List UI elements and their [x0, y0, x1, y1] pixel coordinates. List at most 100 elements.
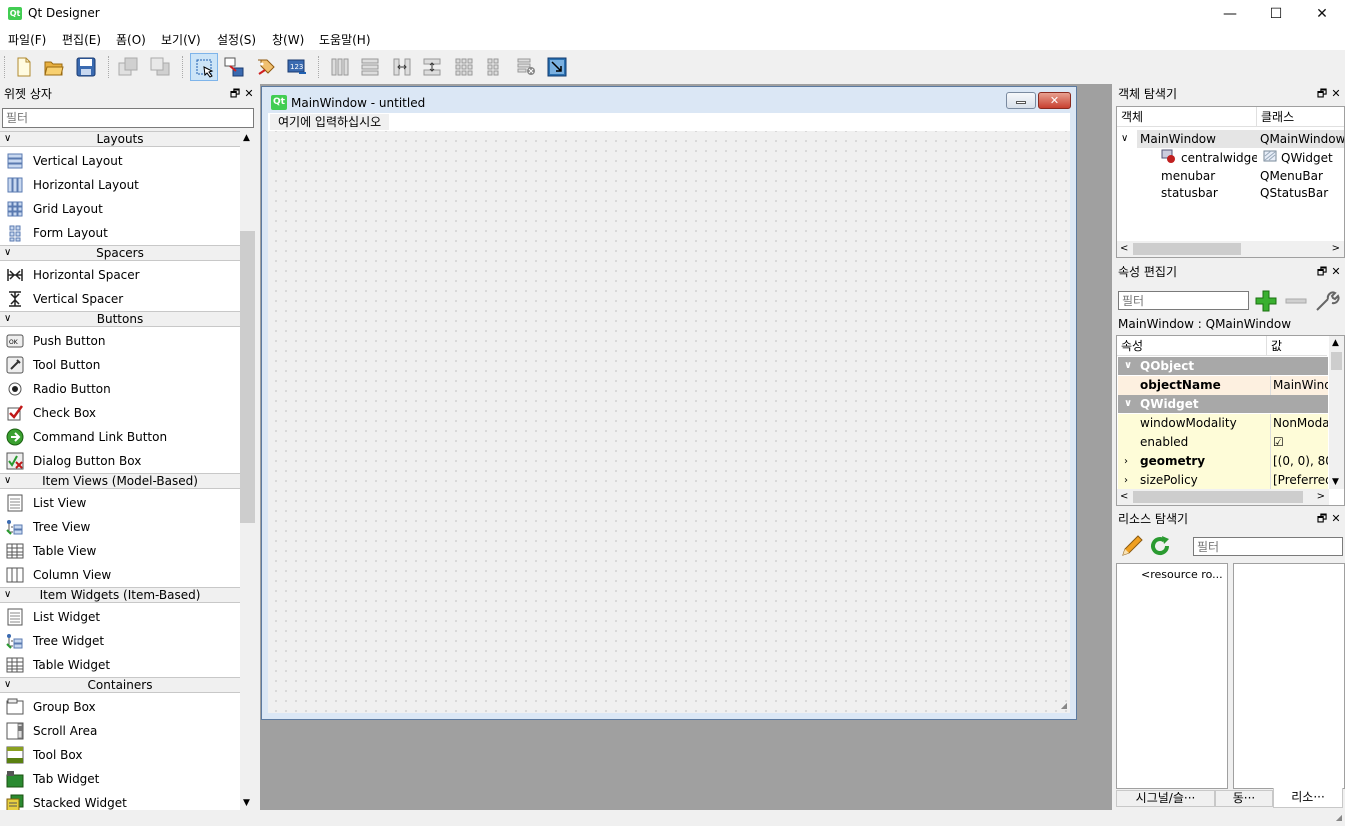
- chevron-right-icon[interactable]: ›: [1124, 452, 1128, 471]
- property-row-enabled[interactable]: enabled ☑: [1118, 433, 1328, 452]
- save-form-button[interactable]: [72, 53, 100, 81]
- scroll-right-icon[interactable]: >: [1332, 241, 1340, 257]
- widget-item-table-view[interactable]: Table View: [0, 539, 240, 563]
- edit-resources-button[interactable]: [1120, 534, 1144, 558]
- type-here-menu[interactable]: 여기에 입력하십시오: [270, 114, 390, 130]
- close-icon[interactable]: ✕: [242, 84, 256, 104]
- scroll-thumb[interactable]: [1133, 243, 1241, 255]
- widget-item-tool-box[interactable]: Tool Box: [0, 743, 240, 767]
- float-icon[interactable]: 🗗: [1315, 84, 1329, 104]
- widget-item-list-view[interactable]: List View: [0, 491, 240, 515]
- property-value[interactable]: ☑: [1270, 433, 1328, 452]
- tab-resource-browser[interactable]: 리소···: [1273, 788, 1343, 808]
- menu-edit[interactable]: 편집(E): [62, 31, 101, 48]
- menu-view[interactable]: 보기(V): [161, 31, 201, 48]
- resize-grip-icon[interactable]: ◢: [1061, 701, 1067, 710]
- layout-form-button[interactable]: [480, 53, 508, 81]
- minimize-button[interactable]: —: [1207, 0, 1253, 28]
- edit-buddies-button[interactable]: [252, 53, 280, 81]
- column-header-value[interactable]: 값: [1267, 336, 1327, 356]
- widget-item-radio-button[interactable]: Radio Button: [0, 377, 240, 401]
- widget-item-command-link-button[interactable]: Command Link Button: [0, 425, 240, 449]
- widget-item-tool-button[interactable]: Tool Button: [0, 353, 240, 377]
- property-group-qwidget[interactable]: ∨ QWidget: [1118, 395, 1328, 413]
- edit-tab-order-button[interactable]: 123: [283, 53, 311, 81]
- menu-settings[interactable]: 설정(S): [217, 31, 256, 48]
- property-value[interactable]: [(0, 0), 800: [1270, 452, 1328, 471]
- widget-item-horizontal-spacer[interactable]: Horizontal Spacer: [0, 263, 240, 287]
- layout-v-splitter-button[interactable]: [418, 53, 446, 81]
- widget-item-grid-layout[interactable]: Grid Layout: [0, 197, 240, 221]
- scroll-up-icon[interactable]: ▲: [243, 133, 250, 143]
- property-value[interactable]: MainWindow: [1270, 376, 1328, 395]
- form-minimize-button[interactable]: [1006, 92, 1036, 109]
- resource-filter-input[interactable]: [1193, 537, 1343, 556]
- scroll-left-icon[interactable]: <: [1120, 489, 1128, 505]
- category-buttons[interactable]: ∨ Buttons: [0, 311, 240, 327]
- layout-horizontal-button[interactable]: [326, 53, 354, 81]
- tab-signal-slot-editor[interactable]: 시그널/슬···: [1116, 790, 1215, 807]
- widget-item-tree-view[interactable]: Tree View: [0, 515, 240, 539]
- widget-item-vertical-layout[interactable]: Vertical Layout: [0, 149, 240, 173]
- chevron-right-icon[interactable]: ›: [1124, 471, 1128, 490]
- close-icon[interactable]: ✕: [1329, 84, 1343, 104]
- widget-item-push-button[interactable]: OK Push Button: [0, 329, 240, 353]
- adjust-size-button[interactable]: [543, 53, 571, 81]
- object-tree-hscrollbar[interactable]: < >: [1117, 241, 1344, 257]
- form-window[interactable]: Qt MainWindow - untitled ✕ 여기에 입력하십시오 ◢: [261, 86, 1077, 720]
- column-header-object[interactable]: 객체: [1117, 107, 1257, 127]
- property-row-objectname[interactable]: objectName MainWindow: [1118, 376, 1328, 395]
- tree-row-centralwidget[interactable]: centralwidget: [1181, 149, 1257, 167]
- layout-h-splitter-button[interactable]: [388, 53, 416, 81]
- widget-item-group-box[interactable]: Group Box: [0, 695, 240, 719]
- new-form-button[interactable]: [10, 53, 38, 81]
- column-header-class[interactable]: 클래스: [1257, 107, 1344, 127]
- property-value[interactable]: [Preferred,: [1270, 471, 1328, 490]
- chevron-down-icon[interactable]: ∨: [1121, 130, 1128, 148]
- scroll-right-icon[interactable]: >: [1317, 489, 1325, 505]
- scroll-down-icon[interactable]: ▼: [243, 798, 250, 808]
- layout-vertical-button[interactable]: [356, 53, 384, 81]
- property-group-qobject[interactable]: ∨ QObject: [1118, 357, 1328, 375]
- widget-item-check-box[interactable]: Check Box: [0, 401, 240, 425]
- widget-item-column-view[interactable]: Column View: [0, 563, 240, 587]
- scroll-down-icon[interactable]: ▼: [1332, 477, 1339, 487]
- column-header-property[interactable]: 속성: [1117, 336, 1267, 356]
- menu-window[interactable]: 창(W): [272, 31, 304, 48]
- widget-list-scroll-thumb[interactable]: [240, 231, 255, 523]
- scroll-left-icon[interactable]: <: [1120, 241, 1128, 257]
- property-row-windowmodality[interactable]: windowModality NonModal: [1118, 414, 1328, 433]
- widget-item-tree-widget[interactable]: Tree Widget: [0, 629, 240, 653]
- resource-root-item[interactable]: <resource ro...: [1141, 566, 1227, 584]
- property-row-sizepolicy[interactable]: › sizePolicy [Preferred,: [1118, 471, 1328, 490]
- property-filter-input[interactable]: [1118, 291, 1249, 310]
- maximize-button[interactable]: ☐: [1253, 0, 1299, 28]
- widget-item-tab-widget[interactable]: Tab Widget: [0, 767, 240, 791]
- reload-resources-button[interactable]: [1148, 534, 1172, 558]
- widget-item-vertical-spacer[interactable]: Vertical Spacer: [0, 287, 240, 311]
- menu-form[interactable]: 폼(O): [116, 31, 146, 48]
- menu-file[interactable]: 파일(F): [8, 31, 46, 48]
- close-icon[interactable]: ✕: [1329, 509, 1343, 529]
- add-property-button[interactable]: [1254, 289, 1278, 313]
- send-to-back-button[interactable]: [114, 53, 142, 81]
- break-layout-button[interactable]: [512, 53, 540, 81]
- property-config-button[interactable]: [1314, 289, 1340, 313]
- close-button[interactable]: ✕: [1299, 0, 1345, 28]
- edit-signals-slots-button[interactable]: [220, 53, 248, 81]
- property-row-geometry[interactable]: › geometry [(0, 0), 800: [1118, 452, 1328, 471]
- close-icon[interactable]: ✕: [1329, 262, 1343, 282]
- float-icon[interactable]: 🗗: [1315, 262, 1329, 282]
- widget-item-scroll-area[interactable]: Scroll Area: [0, 719, 240, 743]
- form-canvas[interactable]: 여기에 입력하십시오 ◢: [268, 113, 1070, 713]
- float-icon[interactable]: 🗗: [228, 84, 242, 104]
- edit-widgets-button[interactable]: [190, 53, 218, 81]
- form-close-button[interactable]: ✕: [1038, 92, 1071, 109]
- category-containers[interactable]: ∨ Containers: [0, 677, 240, 693]
- widget-item-horizontal-layout[interactable]: Horizontal Layout: [0, 173, 240, 197]
- property-hscrollbar[interactable]: < >: [1117, 489, 1329, 505]
- widget-item-form-layout[interactable]: Form Layout: [0, 221, 240, 245]
- property-vscrollbar[interactable]: ▲ ▼: [1329, 336, 1344, 489]
- widget-item-dialog-button-box[interactable]: Dialog Button Box: [0, 449, 240, 473]
- tree-row-menubar[interactable]: menubar: [1161, 167, 1257, 185]
